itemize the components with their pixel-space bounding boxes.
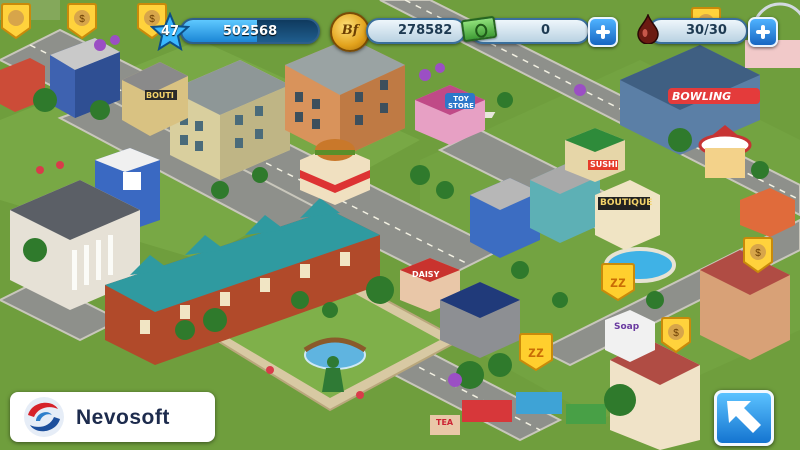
energy-drop-icon — [637, 14, 659, 44]
move-building-button[interactable] — [714, 390, 774, 446]
sleep-bubble-icon[interactable]: zz — [518, 332, 554, 372]
cash-icon — [460, 15, 498, 43]
soap-sign: Soap — [614, 322, 640, 332]
coins-value: 278582 — [398, 23, 453, 38]
player-level: 47 — [160, 24, 180, 39]
xp-progress-bar: 502568 — [180, 18, 320, 44]
brand-name: Nevosoft — [76, 406, 170, 429]
xp-value: 502568 — [222, 24, 278, 39]
nevosoft-logo-icon — [24, 397, 64, 437]
arrow-icon — [727, 401, 761, 433]
city-map[interactable] — [0, 0, 800, 450]
boutique-left-sign: BOUTI — [146, 91, 174, 100]
svg-text:$: $ — [79, 14, 85, 25]
buy-cash-button[interactable] — [588, 17, 618, 47]
svg-text:$: $ — [755, 248, 761, 259]
coin-bag-bubble[interactable] — [0, 2, 32, 40]
toy-store-sign: TOY STORE — [448, 95, 474, 110]
coin-symbol: Bf — [341, 23, 359, 38]
boutique-right-sign: BOUTIQUE — [600, 198, 653, 208]
svg-text:$: $ — [673, 328, 679, 339]
cash-value: 0 — [541, 23, 551, 38]
svg-text:zz: zz — [528, 344, 544, 361]
sleep-bubble-icon[interactable]: zz — [600, 262, 636, 302]
sushi-sign: SUSHI — [590, 160, 618, 169]
coin-bag-bubble[interactable]: $ — [742, 236, 774, 274]
coin-bag-bubble[interactable]: $ — [66, 2, 98, 40]
tea-sign: TEA — [436, 418, 454, 427]
nevosoft-logo: Nevosoft — [10, 392, 215, 442]
svg-text:zz: zz — [610, 274, 626, 291]
energy-value: 30/30 — [686, 23, 727, 38]
buy-energy-button[interactable] — [748, 17, 778, 47]
bowling-sign: BOWLING — [672, 90, 732, 103]
coin-bag-bubble[interactable]: $ — [660, 316, 692, 354]
daisy-sign: DAISY — [412, 270, 440, 279]
